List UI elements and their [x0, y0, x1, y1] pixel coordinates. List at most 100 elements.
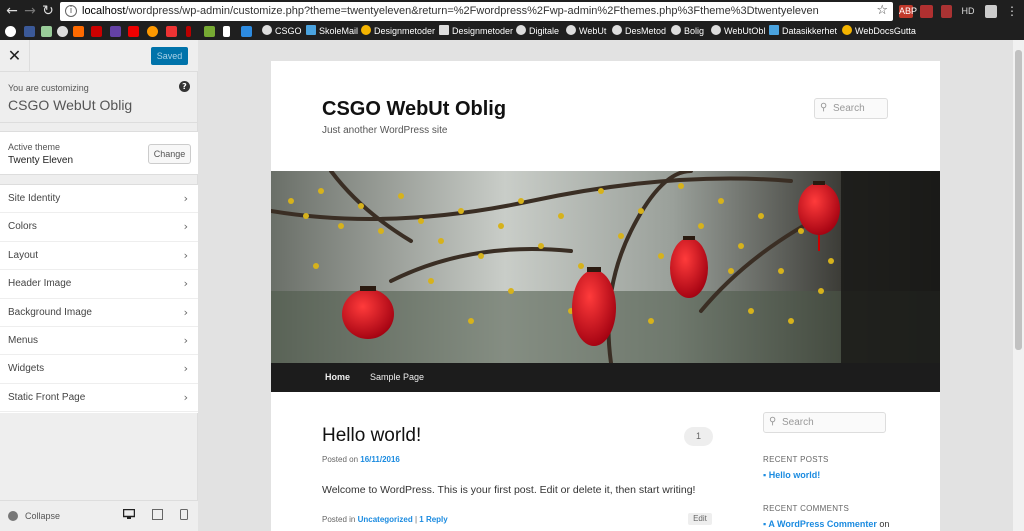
address-bar[interactable]: i localhost/wordpress/wp-admin/customize… [60, 2, 893, 21]
scroll-thumb[interactable] [1015, 50, 1022, 350]
customizer-footer: Collapse [0, 500, 198, 531]
url-path: /wordpress/wp-admin/customize.php?theme=… [125, 5, 819, 17]
info-icon[interactable]: i [65, 5, 77, 17]
extension-icon[interactable] [920, 5, 933, 18]
plus-icon[interactable] [223, 26, 230, 37]
customizer-header: ✕ Saved [0, 40, 198, 72]
reply-link[interactable]: 1 Reply [419, 515, 447, 524]
panel-colors[interactable]: Colors › [0, 213, 198, 242]
site-navigation: Home Sample Page [271, 363, 940, 392]
desktop-preview-icon[interactable] [122, 508, 136, 521]
comment-count-bubble[interactable]: 1 [684, 427, 713, 446]
customizing-label: You are customizing [8, 83, 89, 93]
tablet-preview-icon[interactable] [150, 509, 164, 521]
bookmark-icon[interactable] [91, 26, 102, 37]
collapse-icon[interactable] [8, 511, 18, 521]
help-icon[interactable]: ? [179, 81, 190, 92]
customizer-sidebar: ✕ Saved You are customizing CSGO WebUt O… [0, 40, 198, 531]
category-link[interactable]: Uncategorized [358, 515, 413, 524]
customizing-info: You are customizing CSGO WebUt Oblig ? [0, 73, 198, 123]
chevron-right-icon: › [183, 277, 188, 291]
post-content: Welcome to WordPress. This is your first… [322, 484, 696, 496]
change-theme-button[interactable]: Change [148, 144, 191, 164]
recent-posts-title: RECENT POSTS [763, 455, 829, 464]
theme-name: Twenty Eleven [8, 155, 74, 166]
panel-widgets[interactable]: Widgets › [0, 355, 198, 384]
nav-sample-page[interactable]: Sample Page [370, 372, 424, 382]
site-name: CSGO WebUt Oblig [8, 97, 133, 113]
url-host: localhost [82, 5, 126, 17]
site-title[interactable]: CSGO WebUt Oblig [322, 98, 506, 121]
bookmark-csgo[interactable]: CSGO [262, 25, 302, 38]
chevron-right-icon: › [183, 390, 188, 404]
netflix-icon[interactable] [186, 26, 191, 37]
post-date: Posted on 16/11/2016 [322, 455, 400, 464]
active-theme-section: Active theme Twenty Eleven Change [0, 131, 198, 175]
preview-page: CSGO WebUt Oblig Just another WordPress … [271, 61, 940, 531]
collapse-button[interactable]: Collapse [25, 511, 60, 521]
bookmark-bolig[interactable]: Bolig [671, 25, 704, 38]
active-theme-label: Active theme [8, 142, 61, 152]
youtube-icon[interactable] [128, 26, 139, 37]
bookmark-icon[interactable] [41, 26, 52, 37]
back-icon[interactable]: ← [4, 3, 20, 19]
search-icon: ⚲ [820, 102, 828, 113]
panel-site-identity[interactable]: Site Identity › [0, 185, 198, 214]
chevron-right-icon: › [183, 220, 188, 234]
sidebar-search-input[interactable]: ⚲ Search [763, 412, 886, 433]
forward-icon[interactable]: → [22, 3, 38, 19]
tv-icon[interactable] [204, 26, 215, 37]
bookmark-icon[interactable] [73, 26, 84, 37]
recent-comments-title: RECENT COMMENTS [763, 504, 850, 513]
close-icon[interactable]: ✕ [0, 40, 30, 72]
chevron-right-icon: › [183, 248, 188, 262]
post-title[interactable]: Hello world! [322, 425, 421, 447]
chevron-right-icon: › [183, 333, 188, 347]
post-date-link[interactable]: 16/11/2016 [360, 455, 400, 464]
chevron-right-icon: › [183, 305, 188, 319]
facebook-icon[interactable] [24, 26, 35, 37]
hd-extension-icon[interactable]: HD [960, 5, 976, 18]
edit-post-link[interactable]: Edit [688, 513, 712, 525]
reload-icon[interactable]: ↻ [40, 3, 56, 19]
bookmark-digitale[interactable]: Digitale [516, 25, 559, 38]
bookmark-webutobl[interactable]: WebUtObl [711, 25, 765, 38]
recent-post-link[interactable]: ▪ Hello world! [763, 470, 820, 480]
mail-icon[interactable] [57, 26, 68, 37]
panel-layout[interactable]: Layout › [0, 242, 198, 271]
menu-icon[interactable]: ⋮ [1006, 5, 1018, 18]
bookmark-webdocsgutta[interactable]: WebDocsGutta [842, 25, 916, 38]
panel-menus[interactable]: Menus › [0, 327, 198, 356]
header-search-input[interactable]: ⚲ Search [814, 98, 888, 119]
panel-static-front-page[interactable]: Static Front Page › [0, 384, 198, 413]
bookmark-datasikkerhet[interactable]: Datasikkerhet [769, 25, 837, 38]
preview-scrollbar[interactable] [1013, 40, 1024, 531]
bookmark-star-icon[interactable]: ☆ [876, 3, 888, 18]
chevron-right-icon: › [183, 362, 188, 376]
google-icon[interactable] [5, 26, 16, 37]
bookmark-designmetoder[interactable]: Designmetoder [361, 25, 435, 38]
bookmark-skolemail[interactable]: SkoleMail [306, 25, 358, 38]
nav-home[interactable]: Home [325, 372, 350, 382]
twitch-icon[interactable] [110, 26, 121, 37]
bookmark-designmetoder[interactable]: Designmetoder [439, 25, 513, 38]
recent-commenter-link[interactable]: ▪ A WordPress Commenter on [763, 519, 889, 529]
bookmark-desmetod[interactable]: DesMetod [612, 25, 666, 38]
bookmark-icon[interactable] [166, 26, 177, 37]
site-tagline: Just another WordPress site [322, 125, 448, 136]
adblock-extension-icon[interactable]: ABP [899, 5, 917, 18]
extension-icon[interactable] [985, 5, 997, 18]
site-preview: CSGO WebUt Oblig Just another WordPress … [198, 40, 1013, 531]
panel-header-image[interactable]: Header Image › [0, 270, 198, 299]
extension-icon[interactable] [941, 5, 952, 18]
saved-button[interactable]: Saved [151, 47, 188, 65]
mobile-preview-icon[interactable] [177, 509, 191, 521]
bookmark-icon[interactable] [241, 26, 252, 37]
bookmark-icon[interactable] [147, 26, 158, 37]
panel-background-image[interactable]: Background Image › [0, 299, 198, 327]
bookmark-webut[interactable]: WebUt [566, 25, 606, 38]
browser-toolbar: ← → ↻ i localhost/wordpress/wp-admin/cus… [0, 0, 1024, 40]
customizer-panels: Site Identity › Colors › Layout › Header Im… [0, 184, 198, 413]
address-row: ← → ↻ i localhost/wordpress/wp-admin/cus… [0, 0, 1024, 23]
post-meta: Posted in Uncategorized | 1 Reply [322, 515, 448, 524]
